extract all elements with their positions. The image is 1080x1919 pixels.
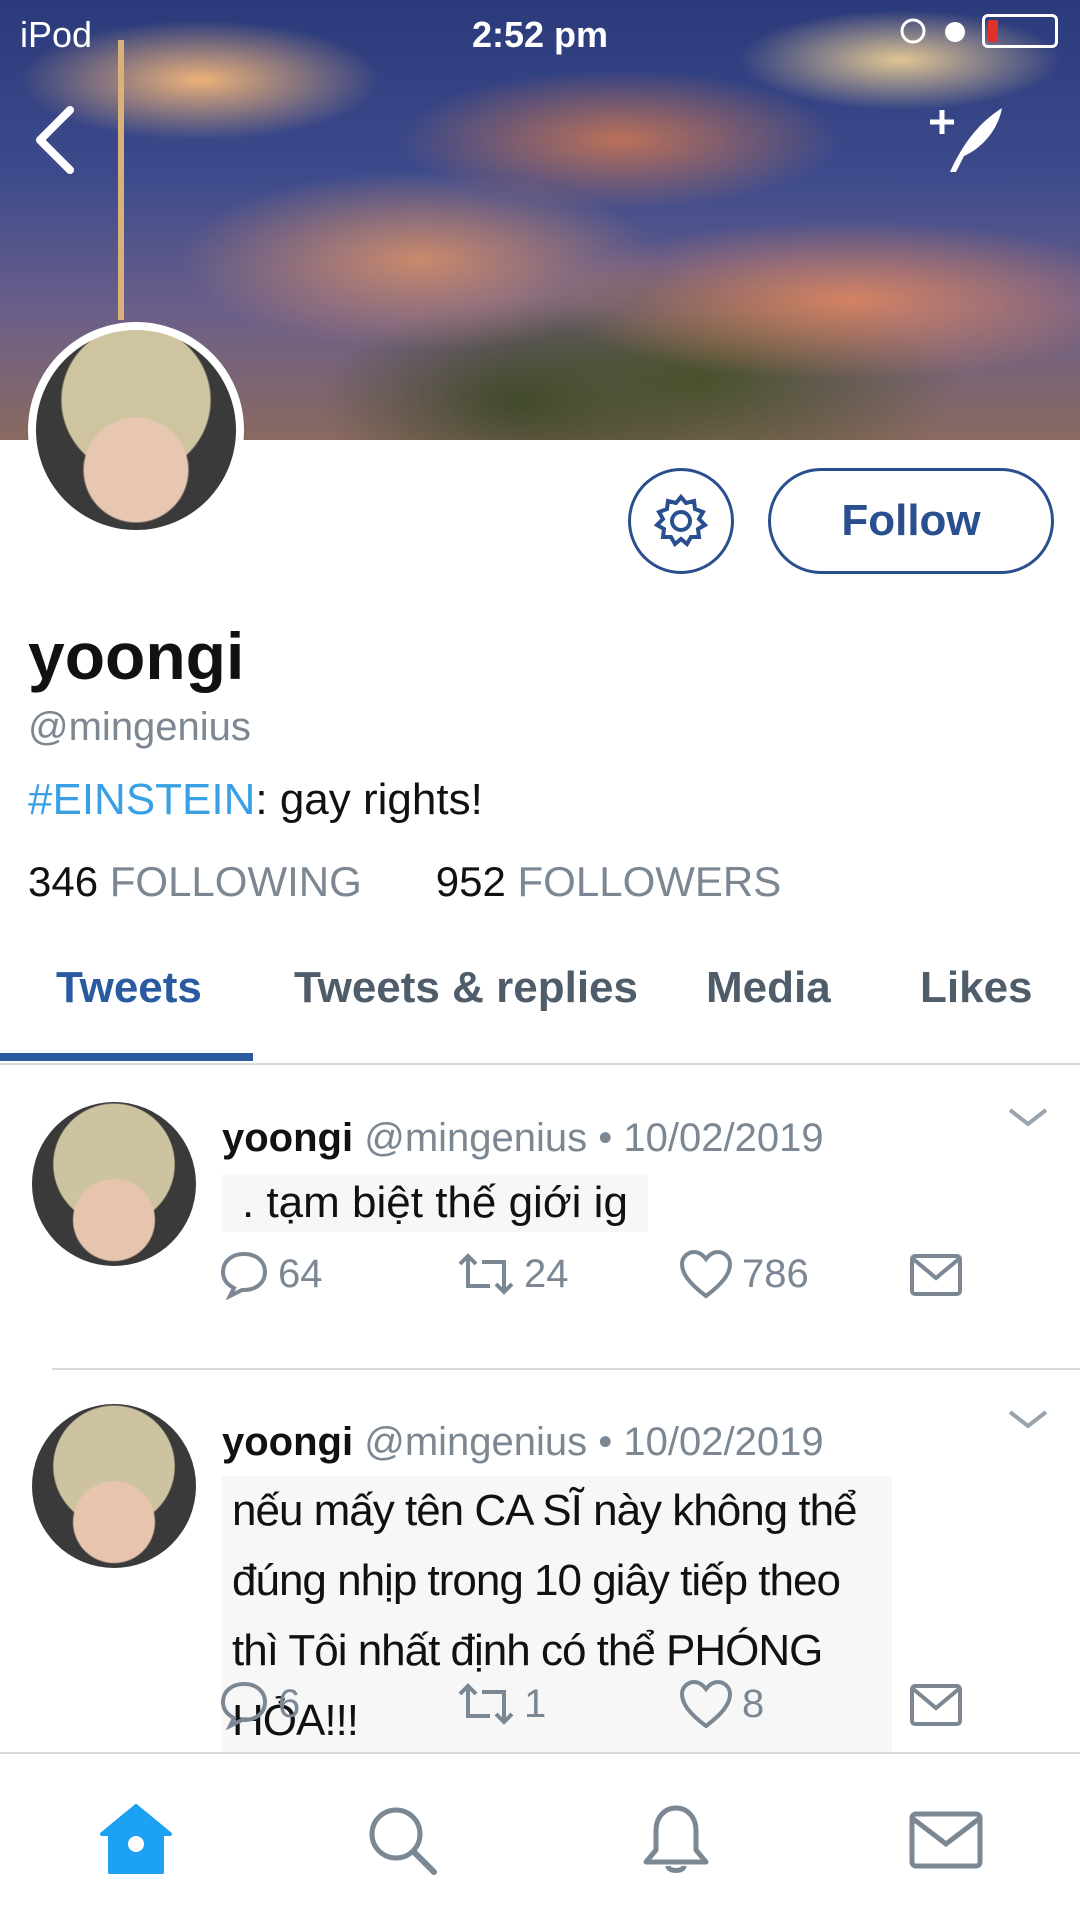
status-bar: iPod 2:52 pm (0, 0, 1080, 70)
chevron-down-icon[interactable] (1006, 1102, 1050, 1132)
bio-text: : gay rights! (255, 775, 483, 824)
tweet-author-handle: @mingenius (364, 1116, 588, 1160)
tweet-author-name: yoongi (222, 1420, 354, 1464)
retweet-count: 1 (524, 1681, 547, 1726)
retweet-count: 24 (524, 1251, 569, 1296)
profile-stats: 346 FOLLOWING 952 FOLLOWERS (28, 858, 781, 906)
bottom-tab-bar (0, 1752, 1080, 1919)
tab-tweets-replies[interactable]: Tweets & replies (294, 963, 638, 1013)
profile-tabs: Tweets Tweets & replies Media Likes (0, 945, 1080, 1065)
tweet-author-handle: @mingenius (364, 1420, 588, 1464)
chevron-down-icon[interactable] (1006, 1404, 1050, 1434)
tab-tweets[interactable]: Tweets (56, 963, 202, 1013)
followers-link[interactable]: 952 FOLLOWERS (436, 858, 781, 906)
tweet-date: • 10/02/2019 (598, 1420, 824, 1464)
profile-avatar[interactable] (28, 322, 244, 538)
profile-handle: @mingenius (28, 705, 251, 749)
tab-media[interactable]: Media (706, 963, 831, 1013)
following-link[interactable]: 346 FOLLOWING (28, 858, 362, 906)
tweet-date: • 10/02/2019 (598, 1116, 824, 1160)
home-icon[interactable] (96, 1800, 176, 1880)
reply-icon (220, 1681, 268, 1730)
reply-action[interactable]: 6 (218, 1678, 300, 1730)
retweet-icon (458, 1683, 514, 1725)
message-icon (910, 1684, 962, 1726)
tweet-avatar[interactable] (32, 1404, 196, 1568)
retweet-action[interactable]: 24 (456, 1248, 569, 1300)
profile-bio: #EINSTEIN: gay rights! (28, 775, 483, 825)
compose-icon[interactable] (920, 100, 1010, 180)
messages-icon[interactable] (906, 1800, 986, 1880)
message-icon (910, 1254, 962, 1296)
followers-label: FOLLOWERS (517, 858, 782, 905)
follow-button[interactable]: Follow (768, 468, 1054, 574)
profile-name: yoongi (28, 619, 245, 693)
reply-icon (220, 1251, 268, 1300)
tweet-avatar[interactable] (32, 1102, 196, 1266)
tab-likes[interactable]: Likes (920, 963, 1033, 1013)
status-right-icons (898, 14, 1058, 48)
active-tab-indicator (0, 1053, 253, 1061)
reply-action[interactable]: 64 (218, 1248, 323, 1300)
following-label: FOLLOWING (109, 858, 362, 905)
like-count: 8 (742, 1681, 765, 1726)
direct-message-action[interactable] (908, 1678, 964, 1730)
notifications-icon[interactable] (636, 1800, 716, 1880)
tweet-text: . tạm biệt thế giới ig (222, 1174, 648, 1232)
like-count: 786 (742, 1251, 809, 1296)
like-icon (679, 1679, 733, 1729)
gear-icon (653, 493, 709, 548)
retweet-action[interactable]: 1 (456, 1678, 546, 1730)
like-icon (679, 1249, 733, 1299)
settings-button[interactable] (628, 468, 734, 574)
reply-count: 6 (278, 1681, 301, 1726)
header-image-pole (118, 40, 124, 320)
tweet-text: nếu mấy tên CA SĨ này không thể đúng nhị… (222, 1476, 892, 1756)
tweet-header: yoongi @mingenius • 10/02/2019 (222, 1420, 824, 1465)
retweet-icon (458, 1253, 514, 1295)
alarm-icon (945, 22, 965, 42)
search-icon[interactable] (362, 1800, 442, 1880)
tweet-author-name: yoongi (222, 1116, 354, 1160)
like-action[interactable]: 786 (678, 1248, 809, 1300)
followers-count: 952 (435, 858, 506, 905)
back-icon[interactable] (26, 100, 86, 180)
rotation-lock-icon (900, 18, 926, 44)
tweet-header: yoongi @mingenius • 10/02/2019 (222, 1116, 824, 1161)
profile-avatar-photo (36, 330, 236, 530)
tweet-divider (52, 1368, 1080, 1370)
following-count: 346 (28, 858, 99, 905)
reply-count: 64 (278, 1251, 323, 1296)
battery-icon (982, 14, 1058, 48)
like-action[interactable]: 8 (678, 1678, 764, 1730)
direct-message-action[interactable] (908, 1248, 964, 1300)
bio-hashtag-link[interactable]: #EINSTEIN (28, 775, 255, 824)
